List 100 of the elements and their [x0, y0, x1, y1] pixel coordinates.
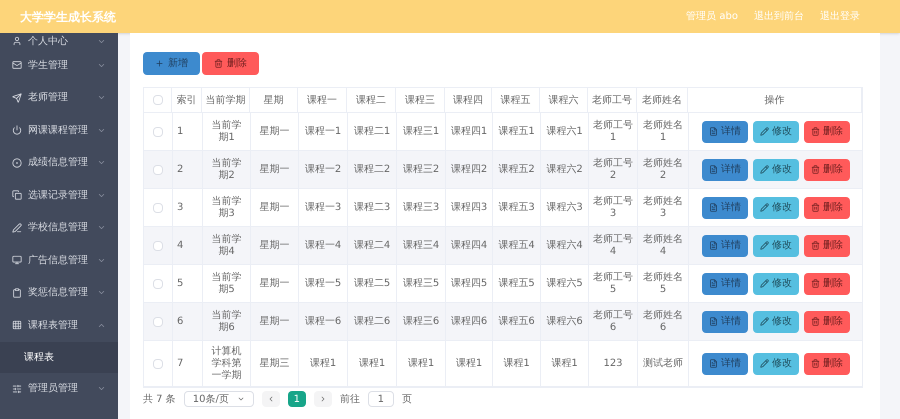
table-cell: 课程1 [503, 358, 530, 370]
table-cell: 星期三 [260, 358, 290, 370]
page-size-select[interactable]: 10条/页 [184, 391, 254, 407]
table-cell: 星期一 [260, 316, 290, 328]
delete-button[interactable]: 删除 [804, 234, 850, 256]
table-cell: 课程四3 [450, 202, 488, 214]
checkbox[interactable] [153, 126, 163, 136]
total-count: 共 7 条 [143, 392, 176, 406]
table-cell: 4 [177, 240, 184, 252]
table-cell: 课程1 [310, 358, 336, 370]
detail-button[interactable]: 详情 [702, 310, 748, 332]
goto-page-field[interactable]: 1 [368, 391, 394, 407]
sidebar-item[interactable]: 网课课程管理 [0, 114, 118, 146]
checkbox[interactable] [153, 316, 163, 326]
delete-button[interactable]: 删除 [804, 272, 850, 294]
trash-icon [214, 59, 223, 68]
pencil-icon [760, 241, 769, 250]
paper-plane-icon [12, 92, 22, 103]
goto-suffix: 页 [402, 392, 412, 406]
grid-icon [12, 320, 22, 330]
delete-button[interactable]: 删除 [804, 352, 850, 374]
table-cell-text: 当前学期5 [210, 272, 242, 296]
sidebar-item[interactable]: 学校信息管理 [0, 212, 118, 244]
sidebar-item[interactable]: 成绩信息管理 [0, 146, 118, 179]
mail-icon [12, 60, 22, 70]
edit-button[interactable]: 修改 [753, 272, 799, 294]
table-cell: 课程二3 [354, 202, 390, 214]
table-cell: 课程1 [551, 358, 578, 370]
column-header: 课程一 [298, 88, 347, 112]
delete-button[interactable]: 删除 [202, 52, 259, 75]
checkbox[interactable] [153, 164, 163, 174]
sidebar-item[interactable]: 管理员管理 [0, 372, 118, 405]
pencil-icon [760, 203, 769, 212]
table-cell: 课程五5 [498, 278, 535, 290]
edit-button[interactable]: 修改 [753, 120, 799, 142]
delete-button[interactable]: 删除 [804, 310, 850, 332]
page-button[interactable]: 1 [288, 391, 306, 407]
delete-button[interactable]: 删除 [804, 196, 850, 218]
table-cell: 7 [177, 358, 184, 370]
checkbox[interactable] [153, 278, 163, 288]
detail-button[interactable]: 详情 [702, 352, 748, 374]
table-cell: 课程五3 [498, 202, 535, 214]
monitor-icon [12, 255, 22, 266]
sidebar-item[interactable]: 奖惩信息管理 [0, 276, 118, 309]
sidebar-item[interactable]: 老师管理 [0, 82, 118, 114]
table-cell: 课程六2 [546, 164, 583, 176]
edit-button[interactable]: 修改 [753, 352, 799, 374]
table-cell-text: 当前学期1 [210, 120, 242, 144]
table-cell: 课程四2 [450, 164, 488, 176]
detail-button[interactable]: 详情 [702, 120, 748, 142]
checkbox[interactable] [152, 95, 162, 105]
previous-page-button[interactable] [262, 391, 280, 407]
sidebar-item[interactable]: 学生管理 [0, 49, 118, 82]
sidebar-item[interactable]: 选课记录管理 [0, 179, 118, 212]
table-cell: 老师工号3 [593, 196, 633, 220]
table-cell: 课程1 [408, 358, 434, 370]
table-cell: 课程六1 [546, 126, 583, 138]
table-cell: 课程三2 [402, 164, 440, 176]
table-cell: 老师工号6 [593, 310, 633, 334]
delete-button[interactable]: 删除 [804, 158, 850, 180]
detail-button[interactable]: 详情 [702, 196, 748, 218]
add-button[interactable]: 新增 [143, 52, 200, 75]
edit-button[interactable]: 修改 [753, 234, 799, 256]
table-cell: 老师姓名2 [642, 158, 684, 182]
table-cell: 课程一4 [304, 240, 342, 252]
copy-icon [12, 190, 22, 200]
column-header: 星期 [250, 88, 298, 112]
next-page-button[interactable] [314, 391, 332, 407]
checkbox[interactable] [153, 202, 163, 212]
sidebar-item[interactable]: 广告信息管理 [0, 244, 118, 276]
sidebar-subitem[interactable]: 课程表 [0, 342, 118, 372]
table-cell: 课程六5 [546, 278, 583, 290]
table-cell: 3 [177, 202, 184, 214]
table-cell: 课程五4 [498, 240, 535, 252]
edit-button[interactable]: 修改 [753, 196, 799, 218]
table-cell: 老师姓名5 [642, 272, 684, 296]
checkbox[interactable] [153, 240, 163, 250]
trash-icon [811, 359, 820, 368]
detail-button[interactable]: 详情 [702, 158, 748, 180]
table-cell: 老师工号4 [593, 234, 633, 258]
detail-button[interactable]: 详情 [702, 272, 748, 294]
table-cell: 星期一 [260, 164, 290, 176]
sidebar-item[interactable]: 个人中心 [0, 33, 118, 49]
pencil-icon [760, 165, 769, 174]
table-cell: 老师姓名1 [642, 120, 684, 144]
delete-button[interactable]: 删除 [804, 120, 850, 142]
edit-button[interactable]: 修改 [753, 158, 799, 180]
pencil-icon [760, 127, 769, 136]
table-cell: 课程六6 [546, 316, 583, 328]
checkbox[interactable] [153, 358, 163, 368]
edit-button[interactable]: 修改 [753, 310, 799, 332]
sidebar-item[interactable]: 课程表管理 [0, 309, 118, 342]
document-icon [709, 279, 718, 288]
table-cell-text: 计算机学科第一学期 [210, 346, 242, 382]
column-header: 课程三 [396, 88, 445, 112]
table-cell: 课程三5 [402, 278, 440, 290]
table-cell: 老师姓名3 [642, 196, 684, 220]
table-cell: 课程二5 [354, 278, 390, 290]
detail-button[interactable]: 详情 [702, 234, 748, 256]
table-cell: 课程六3 [546, 202, 583, 214]
